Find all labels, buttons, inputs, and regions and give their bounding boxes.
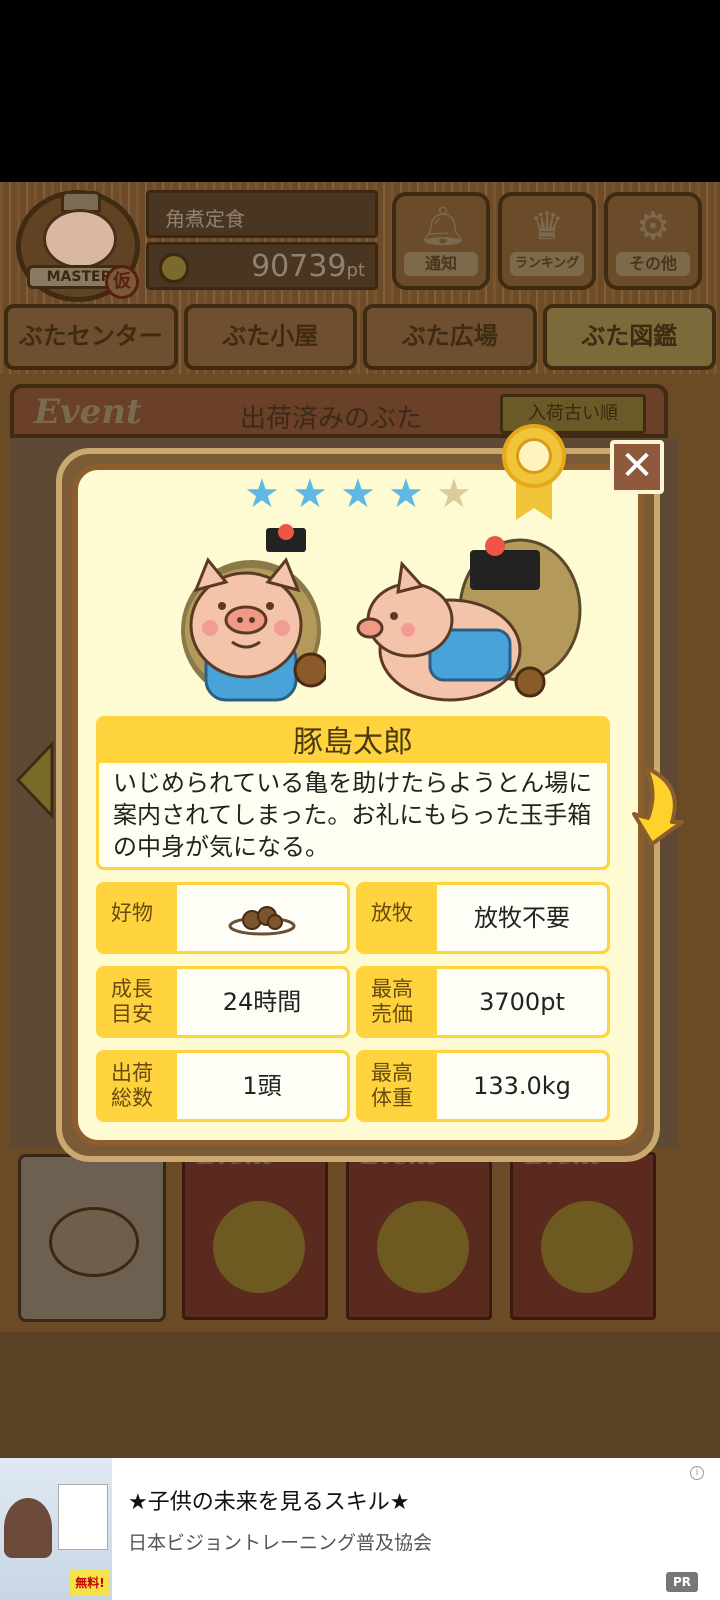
graze-label: 放牧 <box>371 901 413 925</box>
ad-info-icon[interactable]: i <box>690 1466 704 1480</box>
pig-icon <box>49 1207 139 1277</box>
growth-value: 24時間 <box>177 969 347 1035</box>
event-label: Event <box>34 392 142 432</box>
growth-row: 成長目安 24時間 <box>96 966 350 1038</box>
weight-row: 最高体重 133.0kg <box>356 1050 610 1122</box>
free-badge: 無料! <box>70 1570 110 1596</box>
other-button[interactable]: ⚙ その他 <box>604 192 702 290</box>
child-image <box>4 1498 52 1558</box>
prev-arrow-icon[interactable] <box>14 740 54 820</box>
shipped-label: 出荷総数 <box>111 1061 153 1110</box>
price-label: 最高売価 <box>371 977 413 1026</box>
meatballs-plate-icon <box>228 906 296 936</box>
tab-buta-plaza[interactable]: ぶた広場 <box>363 304 537 370</box>
header-bar: MASTER 仮 角煮定食 90739pt 🔔︎ 通知 ♛ ランキング ⚙ その… <box>0 182 720 304</box>
crown-icon: ♛ <box>529 204 565 248</box>
menu-name-plate: 角煮定食 <box>146 190 378 238</box>
book-card[interactable] <box>18 1154 166 1322</box>
ranking-label: ランキング <box>510 252 584 276</box>
tab-buta-encyclopedia[interactable]: ぶた図鑑 <box>542 304 716 370</box>
event-bar: Event 出荷済みのぶた 入荷古い順 <box>10 384 668 438</box>
bell-icon: 🔔︎ <box>419 204 468 248</box>
favorite-value <box>177 885 347 951</box>
points-value: 90739 <box>251 249 347 284</box>
notice-label: 通知 <box>404 252 478 276</box>
star-icon: ★ <box>340 471 376 517</box>
weight-label: 最高体重 <box>371 1061 413 1110</box>
price-row: 最高売価 3700pt <box>356 966 610 1038</box>
calendar-icon <box>377 1201 469 1293</box>
favorite-row: 好物 <box>96 882 350 954</box>
star-icon: ★ <box>244 471 280 517</box>
event-card-1[interactable]: Event <box>182 1141 328 1320</box>
star-icon: ★ <box>292 471 328 517</box>
wreath-icon <box>213 1201 305 1293</box>
star-icon: ★ <box>388 471 424 517</box>
main-tabs: ぶたセンター ぶた小屋 ぶた広場 ぶた図鑑 <box>0 304 720 374</box>
pig-side-illustration <box>356 536 582 702</box>
ad-title[interactable]: ★子供の未来を見るスキル★ <box>128 1484 409 1516</box>
medal-icon <box>502 424 566 520</box>
notice-button[interactable]: 🔔︎ 通知 <box>392 192 490 290</box>
badge-mark: 仮 <box>105 265 139 299</box>
graze-row: 放牧 放牧不要 <box>356 882 610 954</box>
points-plate: 90739pt <box>146 242 378 290</box>
points-unit: pt <box>346 260 365 281</box>
shipped-row: 出荷総数 1頭 <box>96 1050 350 1122</box>
next-arrow-icon[interactable] <box>626 764 686 848</box>
rating-stars: ★ ★ ★ ★ ★ <box>244 474 476 514</box>
price-value: 3700pt <box>437 969 607 1035</box>
master-badge[interactable]: MASTER 仮 <box>16 190 140 302</box>
close-button[interactable]: ✕ <box>610 440 664 494</box>
pig-description: いじめられている亀を助けたらようとん場に案内されてしまった。お礼にもらった玉手箱… <box>113 769 593 861</box>
pig-front-illustration <box>181 524 326 702</box>
ad-thumbnail: 無料! <box>0 1458 112 1600</box>
coin-icon <box>159 253 189 283</box>
graze-value: 放牧不要 <box>437 885 607 951</box>
ad-sponsor: 日本ビジョントレーニング普及協会 <box>128 1532 433 1554</box>
event-card-3[interactable]: Event <box>510 1141 656 1320</box>
document-image <box>58 1484 108 1550</box>
event-card-2[interactable]: Event <box>346 1141 492 1320</box>
growth-label: 成長目安 <box>111 977 153 1026</box>
list-title: 出荷済みのぶた <box>240 404 423 434</box>
tab-buta-center[interactable]: ぶたセンター <box>4 304 178 370</box>
pr-badge: PR <box>666 1572 698 1592</box>
favorite-label: 好物 <box>111 901 153 925</box>
shipped-value: 1頭 <box>177 1053 347 1119</box>
tab-buta-hut[interactable]: ぶた小屋 <box>183 304 357 370</box>
pig-group-icon <box>541 1201 633 1293</box>
floor <box>0 1332 720 1458</box>
pig-name: 豚島太郎 <box>99 719 607 763</box>
ranking-button[interactable]: ♛ ランキング <box>498 192 596 290</box>
ad-banner[interactable]: 無料! ★子供の未来を見るスキル★ 日本ビジョントレーニング普及協会 i PR <box>0 1458 720 1600</box>
pig-info-box: 豚島太郎 いじめられている亀を助けたらようとん場に案内されてしまった。お礼にもら… <box>96 716 610 870</box>
weight-value: 133.0kg <box>437 1053 607 1119</box>
gear-icon: ⚙ <box>635 204 671 248</box>
pig-face-icon <box>43 209 117 269</box>
star-empty-icon: ★ <box>436 471 472 517</box>
other-label: その他 <box>616 252 690 276</box>
